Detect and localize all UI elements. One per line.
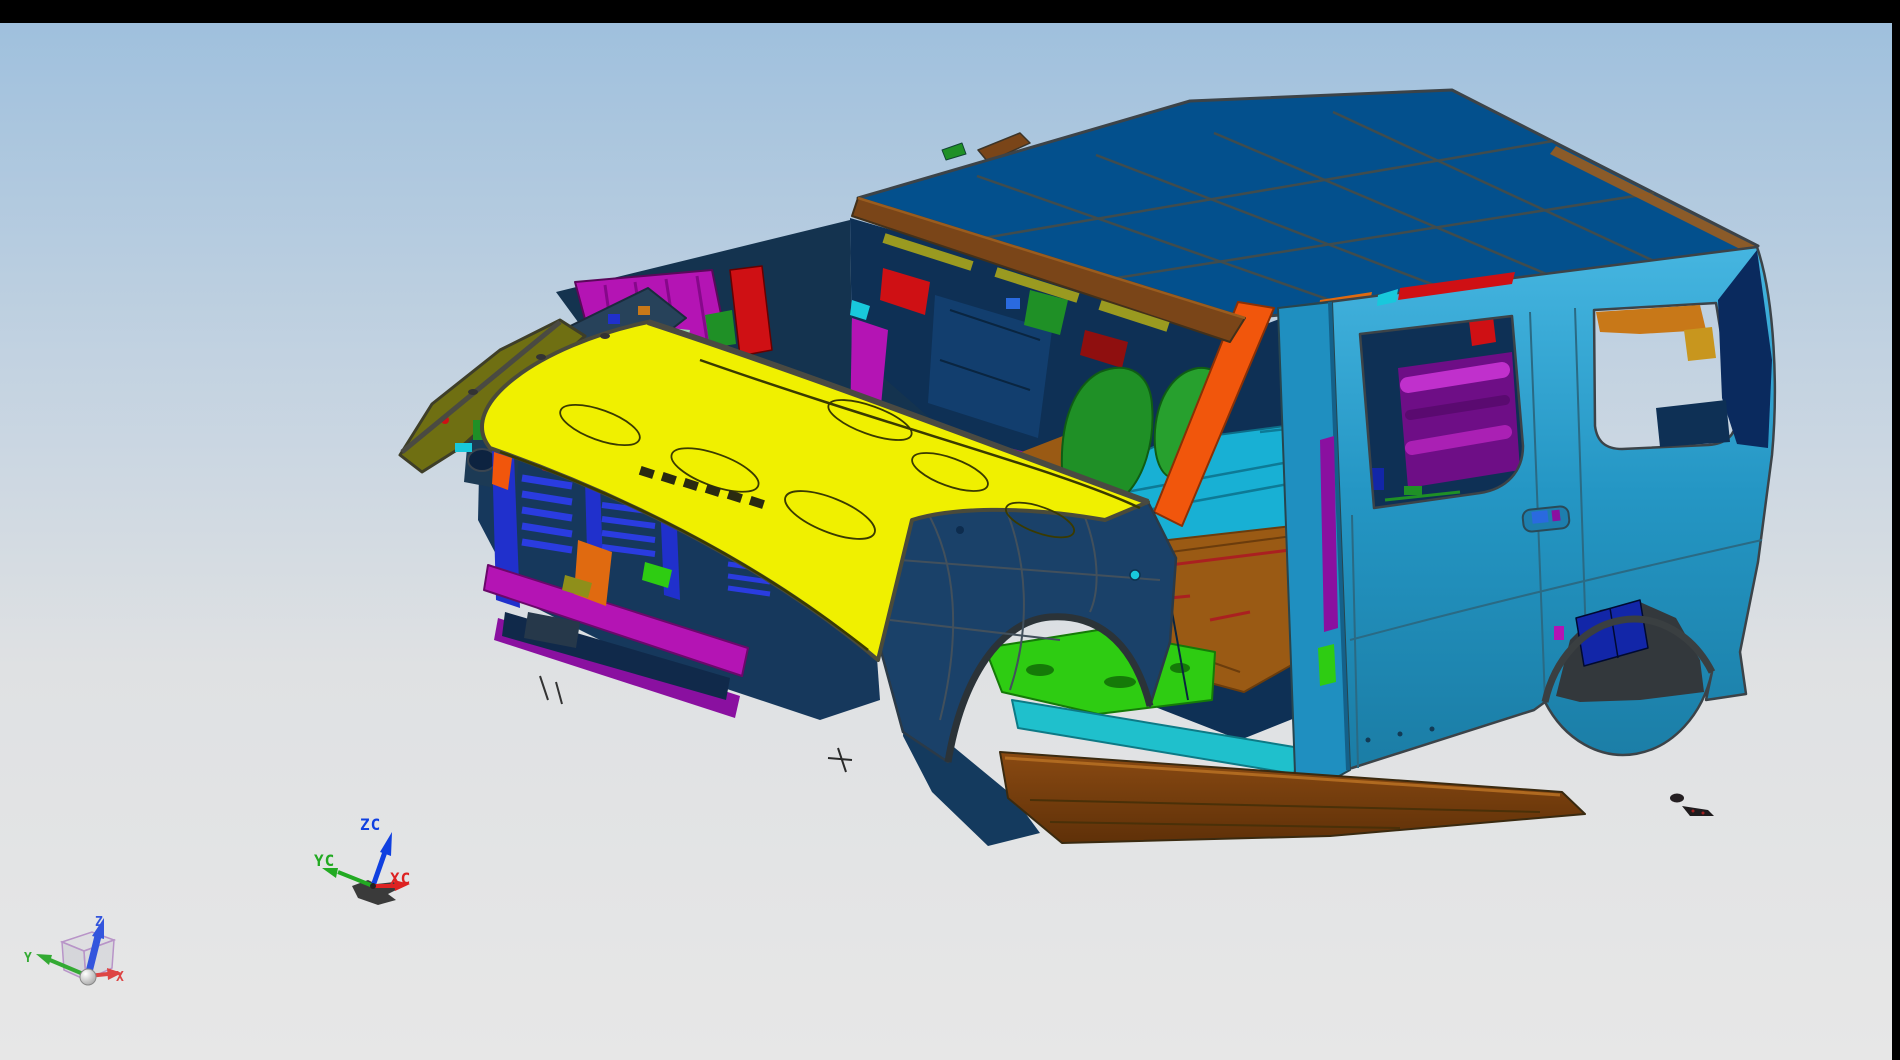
view-x-label: X xyxy=(116,970,124,985)
wcs-y-label: YC xyxy=(314,851,335,870)
view-z-label: Z xyxy=(95,915,103,930)
triad-origin-sphere[interactable] xyxy=(80,969,96,985)
headlamp-opening xyxy=(468,449,496,471)
wcs-x-label: XC xyxy=(390,869,411,888)
body-side-quarter[interactable] xyxy=(1282,247,1775,772)
view-y-label: Y xyxy=(24,951,32,966)
door-handle[interactable] xyxy=(1522,506,1570,533)
graphics-viewport[interactable]: ZC YC XC Z Y X xyxy=(0,0,1900,1060)
cad-application-window: ZC YC XC Z Y X xyxy=(0,0,1900,1060)
wcs-z-label: ZC xyxy=(360,815,381,834)
